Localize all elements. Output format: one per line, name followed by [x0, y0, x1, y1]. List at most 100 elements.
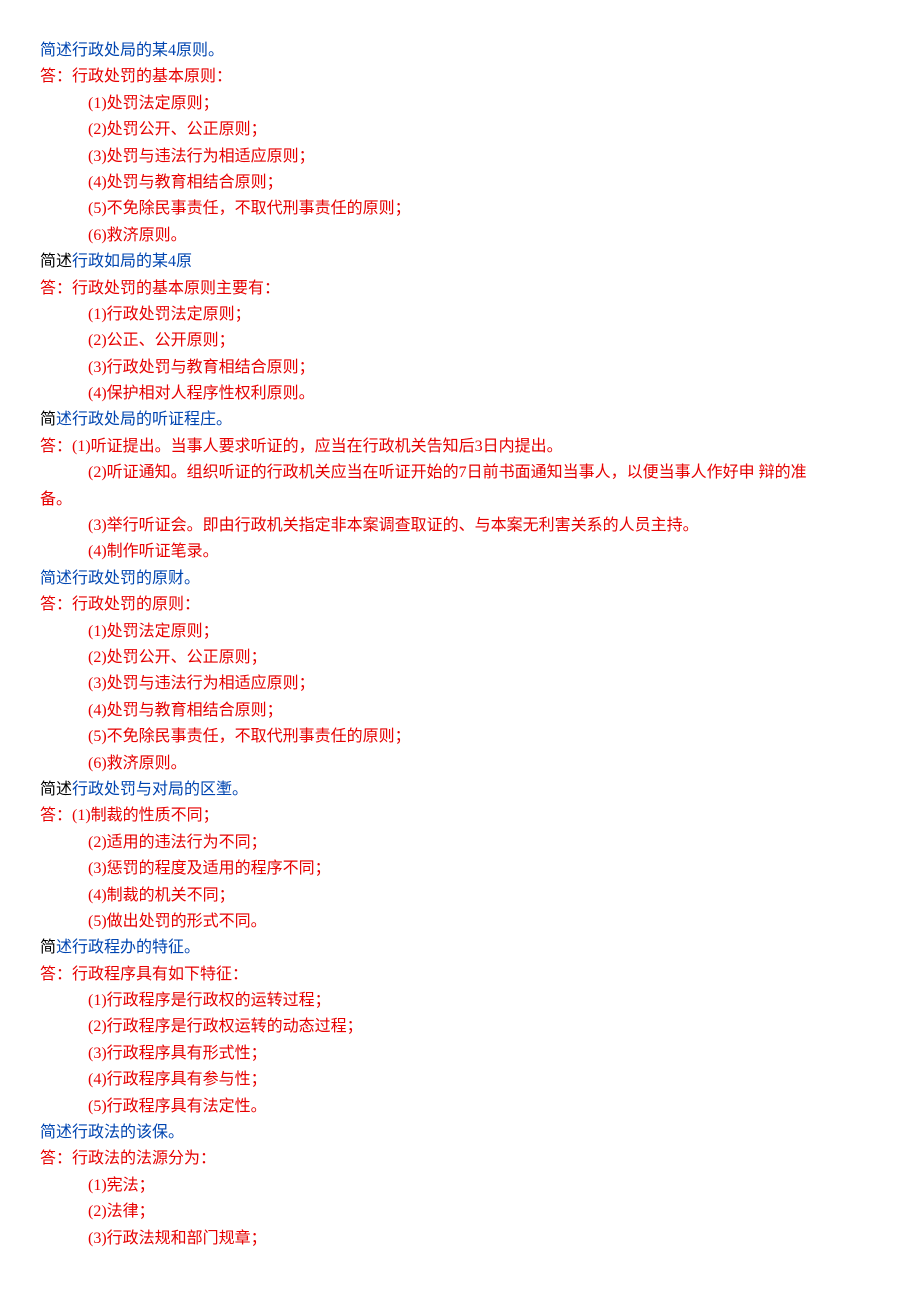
question-text: 述行政程办的特征。 — [56, 939, 200, 956]
qa-section: 简述行政处罚与对局的区壍。答：(1)制裁的性质不同；(2)适用的违法行为不同；(… — [40, 777, 880, 935]
item-number: (3) — [88, 359, 107, 376]
qa-section: 简述行政法的该保。答：行政法的法源分为：(1)宪法；(2)法律；(3)行政法规和… — [40, 1120, 880, 1252]
question-line: 简述行政处局的听证程庄。 — [40, 407, 880, 433]
question-line: 简述行政处局的某4原则。 — [40, 38, 880, 64]
answer-item: (6)救济原则。 — [40, 751, 880, 777]
item-number: (4) — [88, 385, 107, 402]
question-prefix: 简述 — [40, 781, 72, 798]
item-text: 行政程序具有参与性； — [107, 1071, 267, 1088]
answer-lead: 答：行政法的法源分为： — [40, 1146, 880, 1172]
question-text: 述行政处局的听证程庄。 — [56, 411, 232, 428]
item-number: (1) — [72, 807, 91, 824]
answer-prefix: 答： — [40, 807, 72, 824]
question-text: 行政如局的某4原 — [72, 253, 192, 270]
item-number: (6) — [88, 227, 107, 244]
answer-item: (4)行政程序具有参与性； — [40, 1067, 880, 1093]
item-text: 处罚公开、公正原则； — [107, 649, 267, 666]
answer-item: (2)公正、公开原则； — [40, 328, 880, 354]
item-text: 处罚与教育相结合原则； — [107, 174, 283, 191]
qa-section: 简述行政程办的特征。答：行政程序具有如下特征：(1)行政程序是行政权的运转过程；… — [40, 935, 880, 1120]
answer-item: (3)行政程序具有形式性； — [40, 1041, 880, 1067]
answer-item: (4)保护相对人程序性权利原则。 — [40, 381, 880, 407]
answer-item: (1)处罚法定原则； — [40, 619, 880, 645]
item-text: 行政程序是行政权运转的动态过程； — [107, 1018, 363, 1035]
item-text: 制裁的机关不同； — [107, 887, 235, 904]
question-text: 简述行政处局的某4原则。 — [40, 42, 224, 59]
question-line: 简述行政如局的某4原 — [40, 249, 880, 275]
item-number: (4) — [88, 1071, 107, 1088]
answer-item: (1)行政处罚法定原则； — [40, 302, 880, 328]
item-number: (5) — [88, 913, 107, 930]
item-text: 处罚公开、公正原则； — [107, 121, 267, 138]
answer-item: (4)处罚与教育相结合原则； — [40, 698, 880, 724]
item-text: 保护相对人程序性权利原则。 — [107, 385, 315, 402]
item-number: (1) — [88, 1177, 107, 1194]
document-content: 简述行政处局的某4原则。答：行政处罚的基本原则：(1)处罚法定原则；(2)处罚公… — [40, 38, 880, 1252]
question-prefix: 简述 — [40, 253, 72, 270]
answer-lead: 答：行政处罚的基本原则主要有： — [40, 276, 880, 302]
answer-lead: 答：行政处罚的原则： — [40, 592, 880, 618]
question-text: 简述行政处罚的原财。 — [40, 570, 200, 587]
answer-item: (3)行政处罚与教育相结合原则； — [40, 355, 880, 381]
item-text: 处罚法定原则； — [107, 623, 219, 640]
answer-item: (2)听证通知。组织听证的行政机关应当在听证开始的7日前书面通知当事人，以便当事… — [40, 460, 880, 486]
item-number: (3) — [88, 860, 107, 877]
item-number: (6) — [88, 755, 107, 772]
answer-item: (4)处罚与教育相结合原则； — [40, 170, 880, 196]
item-text: 行政程序具有法定性。 — [107, 1098, 267, 1115]
question-prefix: 简 — [40, 939, 56, 956]
item-number: (2) — [88, 1018, 107, 1035]
answer-item: (5)做出处罚的形式不同。 — [40, 909, 880, 935]
answer-item: (3)惩罚的程度及适用的程序不同； — [40, 856, 880, 882]
answer-prefix: 答： — [40, 438, 72, 455]
item-text: 适用的违法行为不同； — [107, 834, 267, 851]
item-text: 处罚与违法行为相适应原则； — [107, 675, 315, 692]
question-prefix: 简 — [40, 411, 56, 428]
item-number: (5) — [88, 200, 107, 217]
item-text: 不免除民事责任，不取代刑事责任的原则； — [107, 200, 411, 217]
question-line: 简述行政法的该保。 — [40, 1120, 880, 1146]
answer-item: (1)处罚法定原则； — [40, 91, 880, 117]
item-number: (1) — [88, 992, 107, 1009]
item-text: 行政程序是行政权的运转过程； — [107, 992, 331, 1009]
item-number: (3) — [88, 675, 107, 692]
answer-lead: 答：行政处罚的基本原则： — [40, 64, 880, 90]
answer-item: (5)不免除民事责任，不取代刑事责任的原则； — [40, 196, 880, 222]
item-number: (5) — [88, 728, 107, 745]
item-text: 做出处罚的形式不同。 — [107, 913, 267, 930]
question-line: 简述行政处罚与对局的区壍。 — [40, 777, 880, 803]
item-number: (1) — [88, 306, 107, 323]
item-text: 处罚法定原则； — [107, 95, 219, 112]
item-number: (2) — [88, 649, 107, 666]
item-text: 听证提出。当事人要求听证的，应当在行政机关告知后3日内提出。 — [91, 438, 563, 455]
qa-section: 简述行政如局的某4原答：行政处罚的基本原则主要有：(1)行政处罚法定原则；(2)… — [40, 249, 880, 407]
answer-item: (1)宪法； — [40, 1173, 880, 1199]
qa-section: 简述行政处罚的原财。答：行政处罚的原则：(1)处罚法定原则；(2)处罚公开、公正… — [40, 566, 880, 777]
item-text: 救济原则。 — [107, 755, 187, 772]
answer-item: (3)举行听证会。即由行政机关指定非本案调查取证的、与本案无利害关系的人员主持。 — [40, 513, 880, 539]
item-text: 公正、公开原则； — [107, 332, 235, 349]
answer-item: (4)制裁的机关不同； — [40, 883, 880, 909]
item-number: (2) — [88, 464, 107, 481]
answer-item: (2)处罚公开、公正原则； — [40, 117, 880, 143]
item-number: (3) — [88, 148, 107, 165]
item-number: (2) — [88, 332, 107, 349]
item-number: (3) — [88, 1045, 107, 1062]
item-text: 行政程序具有形式性； — [107, 1045, 267, 1062]
answer-item: (1)行政程序是行政权的运转过程； — [40, 988, 880, 1014]
question-text: 简述行政法的该保。 — [40, 1124, 184, 1141]
answer-item: (2)法律； — [40, 1199, 880, 1225]
answer-item: (3)处罚与违法行为相适应原则； — [40, 671, 880, 697]
item-text: 惩罚的程度及适用的程序不同； — [107, 860, 331, 877]
answer-item: (2)处罚公开、公正原则； — [40, 645, 880, 671]
item-number: (5) — [88, 1098, 107, 1115]
item-number: (1) — [72, 438, 91, 455]
answer-item: (4)制作听证笔录。 — [40, 539, 880, 565]
answer-item-continuation: 备。 — [40, 487, 880, 513]
answer-item: (3)处罚与违法行为相适应原则； — [40, 144, 880, 170]
qa-section: 简述行政处局的某4原则。答：行政处罚的基本原则：(1)处罚法定原则；(2)处罚公… — [40, 38, 880, 249]
item-text: 宪法； — [107, 1177, 155, 1194]
item-number: (2) — [88, 1203, 107, 1220]
item-text: 处罚与教育相结合原则； — [107, 702, 283, 719]
qa-section: 简述行政处局的听证程庄。答：(1)听证提出。当事人要求听证的，应当在行政机关告知… — [40, 407, 880, 565]
